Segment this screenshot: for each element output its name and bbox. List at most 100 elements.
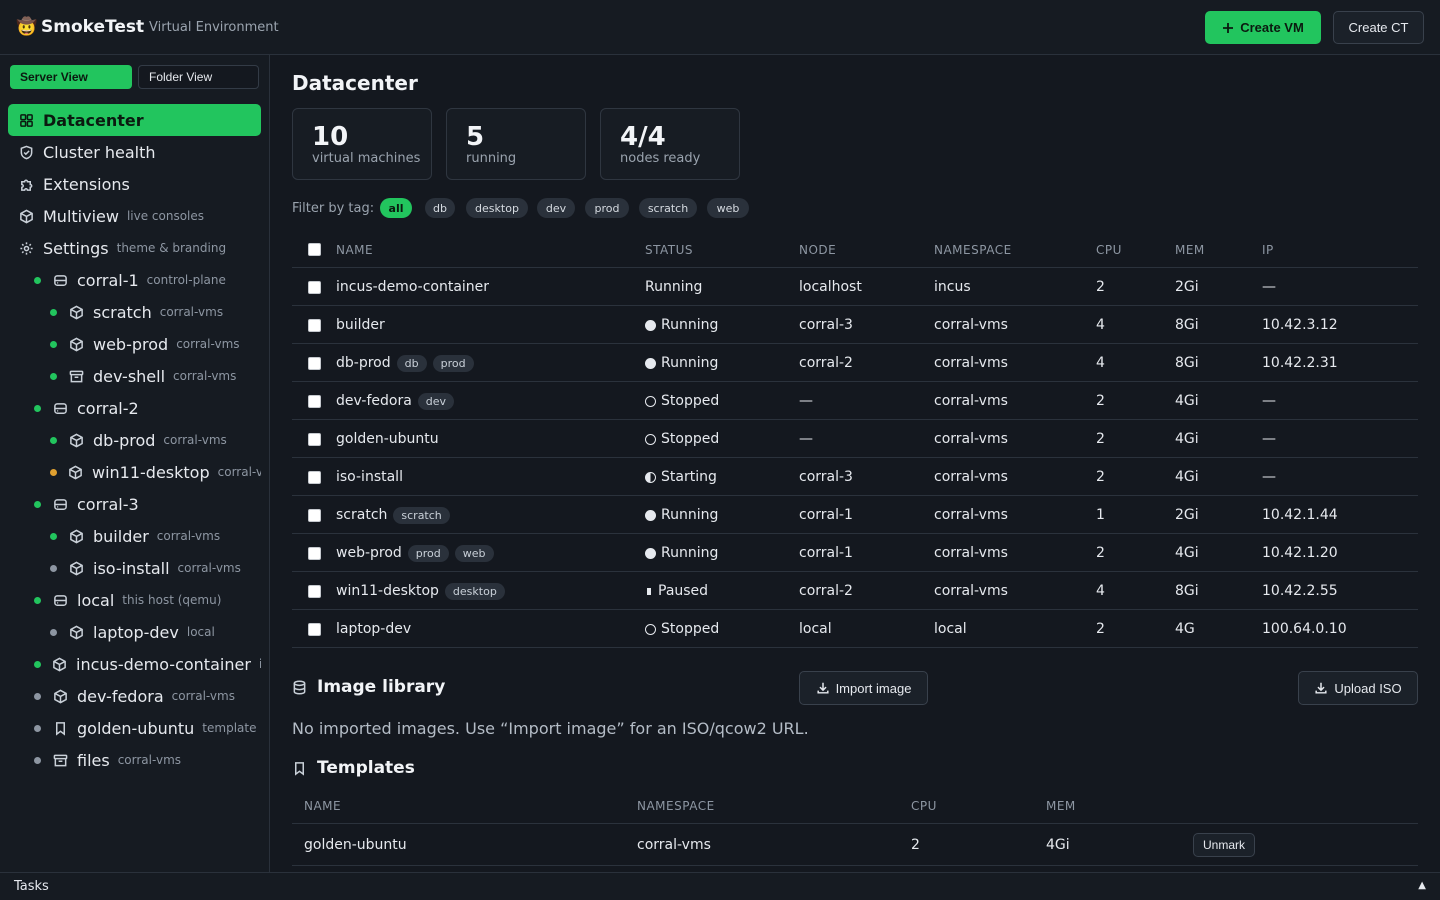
chevron-up-icon[interactable]: ▲ <box>1418 880 1426 891</box>
brand-name: SmokeTest <box>41 17 145 37</box>
column-header-ip[interactable]: IP <box>1262 231 1274 268</box>
sidebar-item-db-prod[interactable]: db-prod corral-vms <box>50 424 261 456</box>
vm-mem: 8Gi <box>1175 355 1199 371</box>
status-dot <box>50 436 57 444</box>
tag-chip-prod[interactable]: prod <box>585 198 629 218</box>
table-row[interactable]: scratch scratch Running corral-1 corral-vms 1… <box>292 496 1418 534</box>
row-checkbox[interactable] <box>308 394 321 408</box>
table-row[interactable]: builder Running corral-3 corral-vms 4 8Gi 10.4… <box>292 306 1418 344</box>
column-header-cpu[interactable]: CPU <box>1096 231 1122 268</box>
tag-chip-dev[interactable]: dev <box>537 198 575 218</box>
sidebar-item-label: dev-shell <box>93 366 166 386</box>
tag-badge[interactable]: db <box>396 354 427 372</box>
sidebar-item-datacenter[interactable]: Datacenter <box>8 104 261 136</box>
vm-name[interactable]: db-prod db prod <box>336 344 474 382</box>
vm-name[interactable]: golden-ubuntu <box>336 420 439 458</box>
sidebar-item-multiview[interactable]: Multiview live consoles <box>18 200 261 232</box>
table-row[interactable]: db-prod db prod Running corral-2 corral-vms 4 8… <box>292 344 1418 382</box>
select-all-checkbox[interactable] <box>308 243 321 256</box>
vm-name[interactable]: win11-desktop desktop <box>336 572 505 610</box>
vm-name[interactable]: builder <box>336 306 385 344</box>
sidebar-item-corral-3[interactable]: corral-3 <box>34 488 261 520</box>
row-checkbox[interactable] <box>308 622 321 636</box>
tag-badge[interactable]: prod <box>407 544 449 562</box>
vm-name[interactable]: dev-fedora dev <box>336 382 455 420</box>
tag-badge[interactable]: prod <box>432 354 474 372</box>
unmark-button[interactable]: Unmark <box>1193 833 1256 857</box>
sidebar-item-dev-fedora[interactable]: dev-fedora corral-vms <box>34 680 261 712</box>
sidebar-item-local[interactable]: local this host (qemu) <box>34 584 261 616</box>
sidebar-item-corral-2[interactable]: corral-2 <box>34 392 261 424</box>
tag-badge[interactable]: dev <box>417 392 455 410</box>
sidebar-item-files[interactable]: files corral-vms <box>34 744 261 776</box>
status-dot <box>50 564 57 572</box>
table-row[interactable]: web-prod prod web Running corral-1 corral-vms… <box>292 534 1418 572</box>
row-checkbox[interactable] <box>308 356 321 370</box>
tag-chip-db[interactable]: db <box>425 198 455 218</box>
vm-name[interactable]: web-prod prod web <box>336 534 494 572</box>
vm-node: — <box>799 431 813 447</box>
sidebar-item-corral-1[interactable]: corral-1 control-plane <box>34 264 261 296</box>
column-header-mem[interactable]: MEM <box>1175 231 1205 268</box>
row-checkbox[interactable] <box>308 432 321 446</box>
folder-view-button[interactable]: Folder View <box>138 65 259 89</box>
sidebar-item-iso-install[interactable]: iso-install corral-vms <box>50 552 261 584</box>
create-vm-button[interactable]: Create VM <box>1205 11 1321 44</box>
tag-chip-web[interactable]: web <box>707 198 749 218</box>
row-checkbox[interactable] <box>308 280 321 294</box>
row-checkbox[interactable] <box>308 584 321 598</box>
vm-status-text: Running <box>645 279 703 295</box>
vm-name[interactable]: incus-demo-container <box>336 268 489 306</box>
sidebar-item-dev-shell[interactable]: dev-shell corral-vms <box>50 360 261 392</box>
vm-name[interactable]: laptop-dev <box>336 610 411 648</box>
column-header-name[interactable]: NAME <box>336 231 373 268</box>
vm-name[interactable]: scratch scratch <box>336 496 450 534</box>
vm-mem: 4Gi <box>1175 545 1199 561</box>
create-ct-button[interactable]: Create CT <box>1333 11 1424 44</box>
table-row[interactable]: golden-ubuntu Stopped — corral-vms 2 4Gi — <box>292 420 1418 458</box>
column-header-status[interactable]: STATUS <box>645 231 693 268</box>
server-view-button[interactable]: Server View <box>10 65 132 89</box>
sidebar-item-golden-ubuntu[interactable]: golden-ubuntu template <box>34 712 261 744</box>
row-checkbox[interactable] <box>308 508 321 522</box>
vm-namespace: corral-vms <box>934 583 1008 599</box>
sidebar-item-settings[interactable]: Settings theme & branding <box>18 232 261 264</box>
row-select-cell <box>308 496 321 534</box>
upload-iso-button[interactable]: Upload ISO <box>1298 671 1418 705</box>
tag-chip-desktop[interactable]: desktop <box>466 198 528 218</box>
gear-icon <box>19 241 33 255</box>
tasks-bar[interactable]: Tasks ▲ <box>0 872 1440 900</box>
column-header-namespace[interactable]: NAMESPACE <box>934 231 1012 268</box>
table-row[interactable]: iso-install Starting corral-3 corral-vms 2 4G… <box>292 458 1418 496</box>
tag-badge[interactable]: web <box>454 544 494 562</box>
sidebar-item-win11-desktop[interactable]: win11-desktop corral-vms <box>50 456 261 488</box>
table-row[interactable]: dev-fedora dev Stopped — corral-vms 2 4Gi — <box>292 382 1418 420</box>
tag-chip-scratch[interactable]: scratch <box>639 198 697 218</box>
sidebar-item-label: local <box>77 590 115 610</box>
table-row[interactable]: incus-demo-container Running localhost incu… <box>292 268 1418 306</box>
row-checkbox[interactable] <box>308 318 321 332</box>
vm-node: corral-1 <box>799 507 853 523</box>
column-header-node[interactable]: NODE <box>799 231 836 268</box>
sidebar-item-incus-demo-container[interactable]: incus-demo-container incus <box>34 648 261 680</box>
table-row[interactable]: laptop-dev Stopped local local 2 4G 100.64.0.1… <box>292 610 1418 648</box>
sidebar-item-laptop-dev[interactable]: laptop-dev local <box>50 616 261 648</box>
sidebar-item-web-prod[interactable]: web-prod corral-vms <box>50 328 261 360</box>
import-image-button[interactable]: Import image <box>799 671 928 705</box>
sidebar-item-extensions[interactable]: Extensions <box>18 168 261 200</box>
server-icon <box>52 400 68 416</box>
row-checkbox[interactable] <box>308 546 321 560</box>
sidebar-item-sub: corral-vms <box>176 337 240 351</box>
sidebar-item-cluster-health[interactable]: Cluster health <box>18 136 261 168</box>
server-icon <box>53 498 67 510</box>
sidebar-item-builder[interactable]: builder corral-vms <box>50 520 261 552</box>
vm-name[interactable]: iso-install <box>336 458 403 496</box>
vm-status: Paused <box>645 572 708 610</box>
tag-badge[interactable]: desktop <box>444 582 505 600</box>
table-row[interactable]: win11-desktop desktop Paused corral-2 corral… <box>292 572 1418 610</box>
tag-chip-all[interactable]: all <box>380 198 412 218</box>
sidebar-item-scratch[interactable]: scratch corral-vms <box>50 296 261 328</box>
row-checkbox[interactable] <box>308 470 321 484</box>
tag-badge[interactable]: scratch <box>393 506 450 524</box>
vm-namespace: incus <box>934 279 971 295</box>
